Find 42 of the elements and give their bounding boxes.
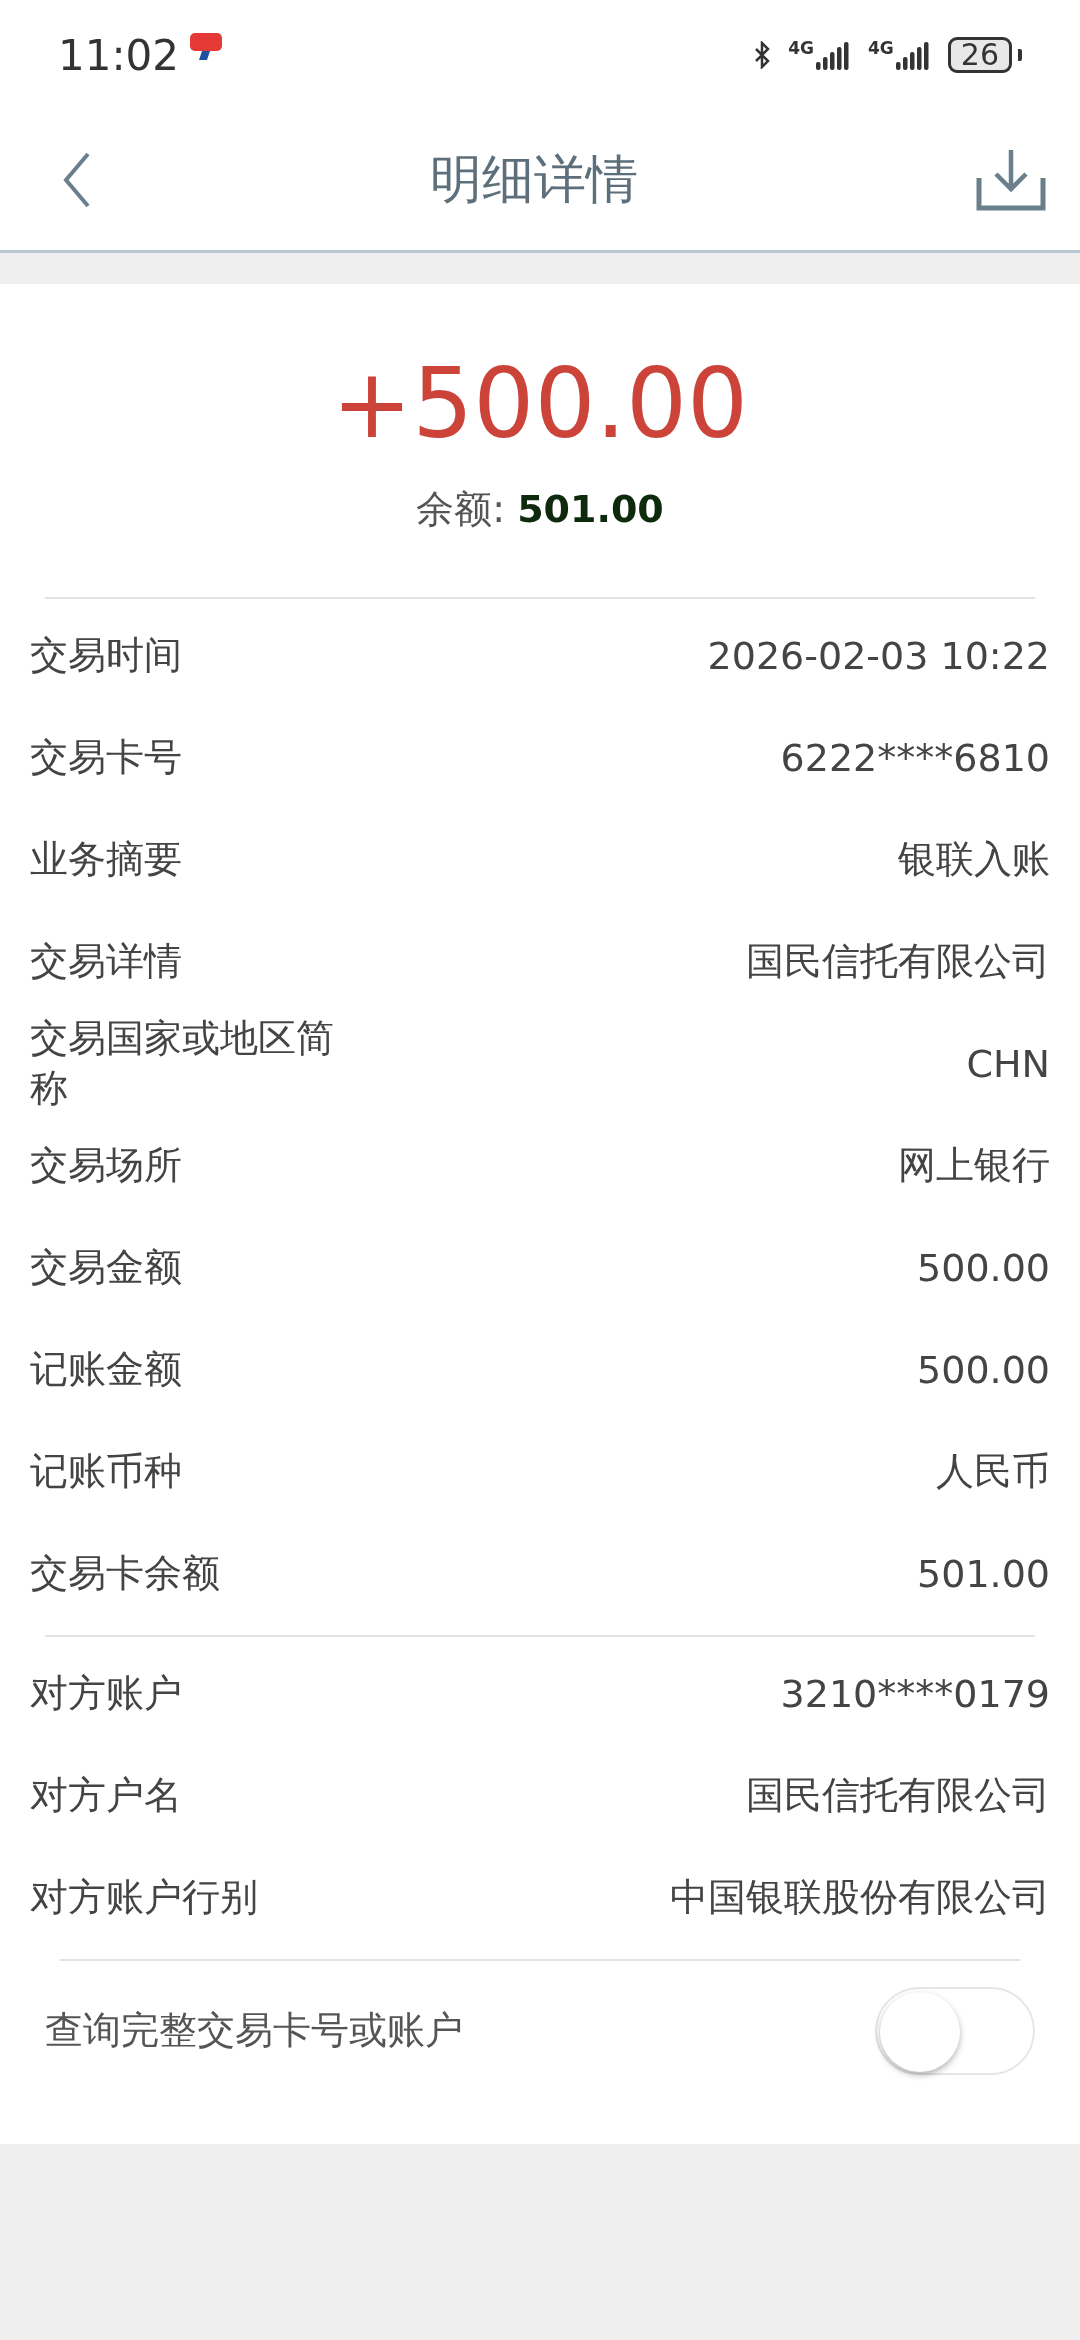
bluetooth-icon	[754, 41, 771, 69]
amount-text: +500.00	[330, 347, 750, 458]
app-notification-icon	[189, 32, 224, 62]
toggle-label: 查询完整交易卡号或账户	[45, 2007, 463, 2055]
field-label: 对方账户	[30, 1669, 182, 1717]
field-label: 对方户名	[30, 1771, 182, 1819]
back-icon[interactable]	[62, 152, 92, 208]
field-value: 500.00	[917, 1347, 1050, 1392]
signal-icon	[816, 40, 850, 70]
field-value: 人民币	[936, 1448, 1050, 1496]
field-value: CHN	[966, 1041, 1050, 1086]
balance-label: 余额:	[416, 486, 506, 531]
field-value: 国民信托有限公司	[746, 1772, 1050, 1820]
field-value: 3210****0179	[780, 1671, 1050, 1716]
field-label: 交易时间	[30, 631, 182, 679]
field-value: 6222****6810	[780, 735, 1050, 780]
network-type-label: 4G	[788, 40, 814, 57]
field-label: 记账币种	[30, 1447, 182, 1495]
field-label: 业务摘要	[30, 835, 182, 883]
field-value: 500.00	[917, 1245, 1050, 1290]
status-time: 11:02	[58, 30, 180, 80]
download-icon[interactable]	[976, 148, 1046, 212]
field-value: 中国银联股份有限公司	[670, 1874, 1050, 1922]
battery-cap	[1018, 49, 1022, 61]
field-value: 2026-02-03 10:22	[707, 633, 1050, 678]
field-label: 对方账户行别	[30, 1873, 258, 1921]
field-label: 记账金额	[30, 1345, 182, 1393]
field-label: 交易卡余额	[30, 1549, 220, 1597]
field-value: 国民信托有限公司	[746, 938, 1050, 986]
balance-value: 501.00	[517, 486, 664, 531]
field-label: 交易国家或地区简称	[30, 1015, 335, 1112]
page-title: 明细详情	[430, 148, 638, 211]
field-label: 交易卡号	[30, 733, 182, 781]
field-label: 交易场所	[30, 1141, 182, 1189]
field-value: 网上银行	[898, 1142, 1050, 1190]
field-label: 交易详情	[30, 937, 182, 985]
field-value: 501.00	[917, 1551, 1050, 1596]
network-type-label: 4G	[868, 40, 894, 57]
signal-icon	[895, 40, 930, 70]
battery-indicator: 26	[947, 37, 1012, 73]
field-label: 交易金额	[30, 1243, 182, 1291]
field-value: 银联入账	[898, 836, 1050, 884]
